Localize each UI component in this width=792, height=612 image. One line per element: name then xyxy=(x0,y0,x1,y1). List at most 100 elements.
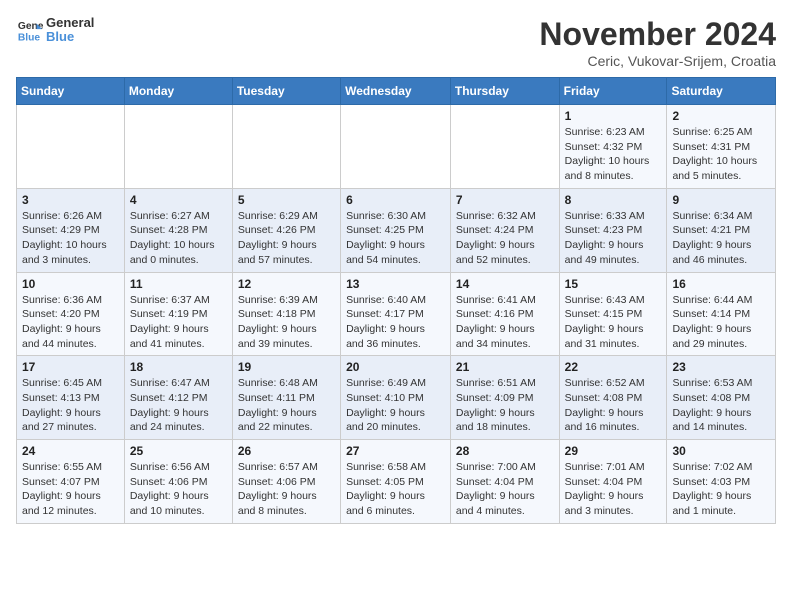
day-info: Sunrise: 7:00 AMSunset: 4:04 PMDaylight:… xyxy=(456,460,554,519)
day-info: Sunrise: 6:55 AMSunset: 4:07 PMDaylight:… xyxy=(22,460,119,519)
day-number: 15 xyxy=(565,277,662,291)
day-info: Sunrise: 6:45 AMSunset: 4:13 PMDaylight:… xyxy=(22,376,119,435)
day-info: Sunrise: 6:23 AMSunset: 4:32 PMDaylight:… xyxy=(565,125,662,184)
day-number: 25 xyxy=(130,444,227,458)
page-header: General Blue General Blue November 2024 … xyxy=(16,16,776,69)
calendar-cell: 11 Sunrise: 6:37 AMSunset: 4:19 PMDayligh… xyxy=(124,272,232,356)
day-info: Sunrise: 6:25 AMSunset: 4:31 PMDaylight:… xyxy=(672,125,770,184)
day-info: Sunrise: 6:44 AMSunset: 4:14 PMDaylight:… xyxy=(672,293,770,352)
calendar-cell xyxy=(232,105,340,189)
day-info: Sunrise: 6:33 AMSunset: 4:23 PMDaylight:… xyxy=(565,209,662,268)
calendar-cell: 19Sunrise: 6:48 AMSunset: 4:11 PMDayligh… xyxy=(232,356,340,440)
day-info: Sunrise: 6:49 AMSunset: 4:10 PMDaylight:… xyxy=(346,376,445,435)
month-title: November 2024 xyxy=(539,16,776,53)
day-info: Sunrise: 6:51 AMSunset: 4:09 PMDaylight:… xyxy=(456,376,554,435)
day-number: 12 xyxy=(238,277,335,291)
svg-text:General: General xyxy=(18,21,44,32)
calendar-cell: 18 Sunrise: 6:47 AMSunset: 4:12 PMDayligh… xyxy=(124,356,232,440)
calendar-cell: 8Sunrise: 6:33 AMSunset: 4:23 PMDaylight… xyxy=(559,188,667,272)
day-info: Sunrise: 6:58 AMSunset: 4:05 PMDaylight:… xyxy=(346,460,445,519)
location-subtitle: Ceric, Vukovar-Srijem, Croatia xyxy=(539,53,776,69)
weekday-header-wednesday: Wednesday xyxy=(341,78,451,105)
day-number: 11 xyxy=(130,277,227,291)
day-info: Sunrise: 6:27 AMSunset: 4:28 PMDaylight:… xyxy=(130,209,227,268)
calendar-week-5: 24 Sunrise: 6:55 AMSunset: 4:07 PMDayligh… xyxy=(17,440,776,524)
title-block: November 2024 Ceric, Vukovar-Srijem, Cro… xyxy=(539,16,776,69)
day-info: Sunrise: 6:36 AMSunset: 4:20 PMDaylight:… xyxy=(22,293,119,352)
calendar-cell: 23Sunrise: 6:53 AMSunset: 4:08 PMDayligh… xyxy=(667,356,776,440)
day-info: Sunrise: 6:57 AMSunset: 4:06 PMDaylight:… xyxy=(238,460,335,519)
calendar-cell: 20Sunrise: 6:49 AMSunset: 4:10 PMDayligh… xyxy=(341,356,451,440)
day-number: 26 xyxy=(238,444,335,458)
calendar-body: 1 Sunrise: 6:23 AMSunset: 4:32 PMDaylight… xyxy=(17,105,776,524)
day-info: Sunrise: 6:39 AMSunset: 4:18 PMDaylight:… xyxy=(238,293,335,352)
day-number: 10 xyxy=(22,277,119,291)
day-info: Sunrise: 6:56 AMSunset: 4:06 PMDaylight:… xyxy=(130,460,227,519)
day-number: 1 xyxy=(565,109,662,123)
calendar-cell: 24 Sunrise: 6:55 AMSunset: 4:07 PMDayligh… xyxy=(17,440,125,524)
day-number: 13 xyxy=(346,277,445,291)
day-number: 3 xyxy=(22,193,119,207)
day-number: 17 xyxy=(22,360,119,374)
day-number: 18 xyxy=(130,360,227,374)
calendar-cell: 6 Sunrise: 6:30 AMSunset: 4:25 PMDaylight… xyxy=(341,188,451,272)
calendar-cell xyxy=(450,105,559,189)
calendar-cell: 3 Sunrise: 6:26 AMSunset: 4:29 PMDaylight… xyxy=(17,188,125,272)
logo-icon: General Blue xyxy=(16,16,44,44)
calendar-cell: 9Sunrise: 6:34 AMSunset: 4:21 PMDaylight… xyxy=(667,188,776,272)
calendar-week-3: 10 Sunrise: 6:36 AMSunset: 4:20 PMDayligh… xyxy=(17,272,776,356)
day-info: Sunrise: 6:37 AMSunset: 4:19 PMDaylight:… xyxy=(130,293,227,352)
day-info: Sunrise: 7:02 AMSunset: 4:03 PMDaylight:… xyxy=(672,460,770,519)
weekday-header-thursday: Thursday xyxy=(450,78,559,105)
day-number: 6 xyxy=(346,193,445,207)
weekday-header-saturday: Saturday xyxy=(667,78,776,105)
calendar-cell: 5 Sunrise: 6:29 AMSunset: 4:26 PMDaylight… xyxy=(232,188,340,272)
weekday-header-sunday: Sunday xyxy=(17,78,125,105)
day-info: Sunrise: 6:26 AMSunset: 4:29 PMDaylight:… xyxy=(22,209,119,268)
day-info: Sunrise: 6:53 AMSunset: 4:08 PMDaylight:… xyxy=(672,376,770,435)
calendar-cell: 7 Sunrise: 6:32 AMSunset: 4:24 PMDaylight… xyxy=(450,188,559,272)
logo: General Blue General Blue xyxy=(16,16,94,45)
day-info: Sunrise: 6:29 AMSunset: 4:26 PMDaylight:… xyxy=(238,209,335,268)
day-info: Sunrise: 6:30 AMSunset: 4:25 PMDaylight:… xyxy=(346,209,445,268)
day-number: 27 xyxy=(346,444,445,458)
logo-line2: Blue xyxy=(46,30,94,44)
logo-line1: General xyxy=(46,16,94,30)
day-info: Sunrise: 6:47 AMSunset: 4:12 PMDaylight:… xyxy=(130,376,227,435)
calendar-cell: 30 Sunrise: 7:02 AMSunset: 4:03 PMDayligh… xyxy=(667,440,776,524)
day-info: Sunrise: 6:41 AMSunset: 4:16 PMDaylight:… xyxy=(456,293,554,352)
day-info: Sunrise: 6:32 AMSunset: 4:24 PMDaylight:… xyxy=(456,209,554,268)
calendar-cell: 28Sunrise: 7:00 AMSunset: 4:04 PMDayligh… xyxy=(450,440,559,524)
weekday-header-friday: Friday xyxy=(559,78,667,105)
calendar-cell: 26 Sunrise: 6:57 AMSunset: 4:06 PMDayligh… xyxy=(232,440,340,524)
day-info: Sunrise: 6:43 AMSunset: 4:15 PMDaylight:… xyxy=(565,293,662,352)
calendar-cell xyxy=(124,105,232,189)
day-number: 24 xyxy=(22,444,119,458)
svg-text:Blue: Blue xyxy=(18,33,41,44)
calendar-cell: 1 Sunrise: 6:23 AMSunset: 4:32 PMDaylight… xyxy=(559,105,667,189)
calendar-cell: 2 Sunrise: 6:25 AMSunset: 4:31 PMDaylight… xyxy=(667,105,776,189)
day-number: 7 xyxy=(456,193,554,207)
day-number: 16 xyxy=(672,277,770,291)
calendar-cell: 13 Sunrise: 6:40 AMSunset: 4:17 PMDayligh… xyxy=(341,272,451,356)
weekday-header-tuesday: Tuesday xyxy=(232,78,340,105)
day-info: Sunrise: 7:01 AMSunset: 4:04 PMDaylight:… xyxy=(565,460,662,519)
day-number: 14 xyxy=(456,277,554,291)
day-info: Sunrise: 6:52 AMSunset: 4:08 PMDaylight:… xyxy=(565,376,662,435)
day-number: 21 xyxy=(456,360,554,374)
calendar-cell: 4 Sunrise: 6:27 AMSunset: 4:28 PMDaylight… xyxy=(124,188,232,272)
calendar-cell: 29 Sunrise: 7:01 AMSunset: 4:04 PMDayligh… xyxy=(559,440,667,524)
day-number: 4 xyxy=(130,193,227,207)
day-number: 30 xyxy=(672,444,770,458)
day-number: 29 xyxy=(565,444,662,458)
calendar-cell: 21 Sunrise: 6:51 AMSunset: 4:09 PMDayligh… xyxy=(450,356,559,440)
day-number: 5 xyxy=(238,193,335,207)
calendar-table: SundayMondayTuesdayWednesdayThursdayFrid… xyxy=(16,77,776,524)
day-number: 9 xyxy=(672,193,770,207)
calendar-cell: 17 Sunrise: 6:45 AMSunset: 4:13 PMDayligh… xyxy=(17,356,125,440)
day-info: Sunrise: 6:40 AMSunset: 4:17 PMDaylight:… xyxy=(346,293,445,352)
day-number: 2 xyxy=(672,109,770,123)
day-info: Sunrise: 6:48 AMSunset: 4:11 PMDaylight:… xyxy=(238,376,335,435)
calendar-cell: 14 Sunrise: 6:41 AMSunset: 4:16 PMDayligh… xyxy=(450,272,559,356)
calendar-cell xyxy=(341,105,451,189)
